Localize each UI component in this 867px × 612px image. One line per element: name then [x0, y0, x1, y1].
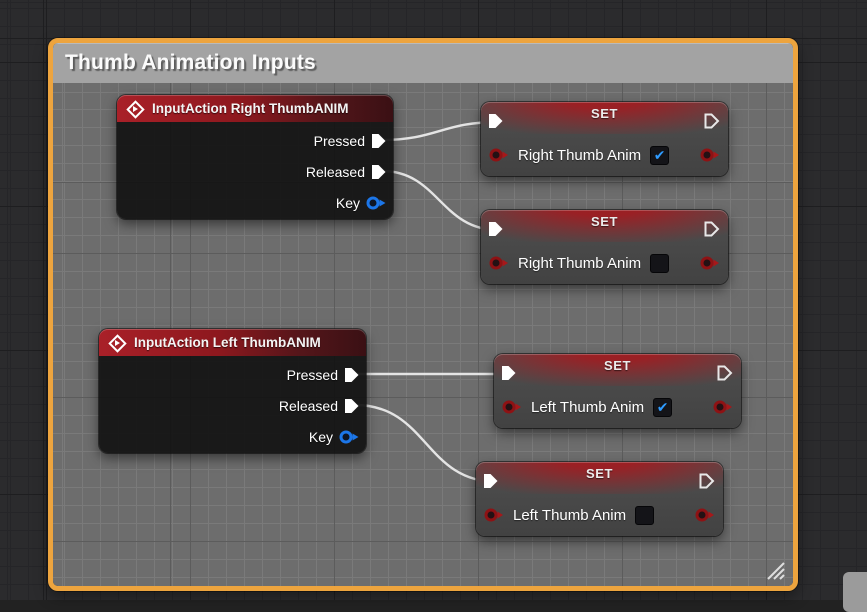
- set-node-left-thumb-true[interactable]: SET Left Thumb Anim ✔: [494, 354, 741, 428]
- comment-resize-handle[interactable]: [763, 558, 787, 582]
- exec-in-pin[interactable]: [501, 365, 517, 381]
- bool-in-pin[interactable]: [484, 507, 504, 523]
- event-node-header[interactable]: InputAction Left ThumbANIM: [99, 329, 366, 356]
- exec-in-pin[interactable]: [488, 221, 504, 237]
- bool-checkbox[interactable]: [635, 505, 655, 525]
- exec-out-pin-pressed[interactable]: [371, 133, 387, 149]
- pin-label-released: Released: [305, 163, 365, 180]
- exec-out-pin-released[interactable]: [344, 398, 360, 414]
- pin-label-released: Released: [278, 397, 338, 414]
- exec-out-pin[interactable]: [704, 221, 720, 237]
- set-title: SET: [590, 214, 619, 229]
- event-node-right-thumb[interactable]: InputAction Right ThumbANIM Pressed Rele…: [117, 95, 393, 219]
- key-struct-pin[interactable]: [366, 195, 387, 211]
- bool-out-pin[interactable]: [700, 255, 720, 271]
- bool-in-pin[interactable]: [502, 399, 522, 415]
- bool-in-pin[interactable]: [489, 147, 509, 163]
- comment-title: Thumb Animation Inputs: [65, 51, 316, 74]
- bool-checkbox[interactable]: ✔: [650, 145, 670, 165]
- exec-in-pin[interactable]: [483, 473, 499, 489]
- bool-checkbox[interactable]: [650, 253, 670, 273]
- bool-in-pin[interactable]: [489, 255, 509, 271]
- exec-out-pin[interactable]: [699, 473, 715, 489]
- set-variable-label: Left Thumb Anim: [513, 506, 627, 524]
- event-node-title: InputAction Left ThumbANIM: [134, 335, 321, 350]
- set-title: SET: [603, 358, 632, 373]
- pin-label-pressed: Pressed: [313, 132, 365, 149]
- pin-label-pressed: Pressed: [286, 366, 338, 383]
- pin-label-key: Key: [308, 428, 333, 445]
- set-node-right-thumb-true[interactable]: SET Right Thumb Anim ✔: [481, 102, 728, 176]
- set-variable-label: Right Thumb Anim: [518, 254, 642, 272]
- exec-out-pin[interactable]: [717, 365, 733, 381]
- event-node-title: InputAction Right ThumbANIM: [152, 101, 349, 116]
- set-node-right-thumb-false[interactable]: SET Right Thumb Anim: [481, 210, 728, 284]
- event-diamond-icon: [108, 333, 127, 353]
- key-struct-pin[interactable]: [339, 429, 360, 445]
- bool-out-pin[interactable]: [700, 147, 720, 163]
- exec-in-pin[interactable]: [488, 113, 504, 129]
- exec-out-pin-released[interactable]: [371, 164, 387, 180]
- event-node-header[interactable]: InputAction Right ThumbANIM: [117, 95, 393, 122]
- bool-out-pin[interactable]: [713, 399, 733, 415]
- blueprint-canvas[interactable]: Thumb Animation Inputs InputAction Right…: [0, 0, 867, 612]
- set-title: SET: [585, 466, 614, 481]
- set-title: SET: [590, 106, 619, 121]
- set-variable-label: Right Thumb Anim: [518, 146, 642, 164]
- event-node-left-thumb[interactable]: InputAction Left ThumbANIM Pressed Relea…: [99, 329, 366, 453]
- set-node-left-thumb-false[interactable]: SET Left Thumb Anim: [476, 462, 723, 536]
- corner-panel-fragment: [843, 572, 867, 612]
- event-diamond-icon: [126, 99, 145, 119]
- bool-out-pin[interactable]: [695, 507, 715, 523]
- pin-label-key: Key: [335, 194, 360, 211]
- exec-out-pin-pressed[interactable]: [344, 367, 360, 383]
- exec-out-pin[interactable]: [704, 113, 720, 129]
- comment-header[interactable]: Thumb Animation Inputs: [53, 43, 793, 83]
- bool-checkbox[interactable]: ✔: [653, 397, 673, 417]
- set-variable-label: Left Thumb Anim: [531, 398, 645, 416]
